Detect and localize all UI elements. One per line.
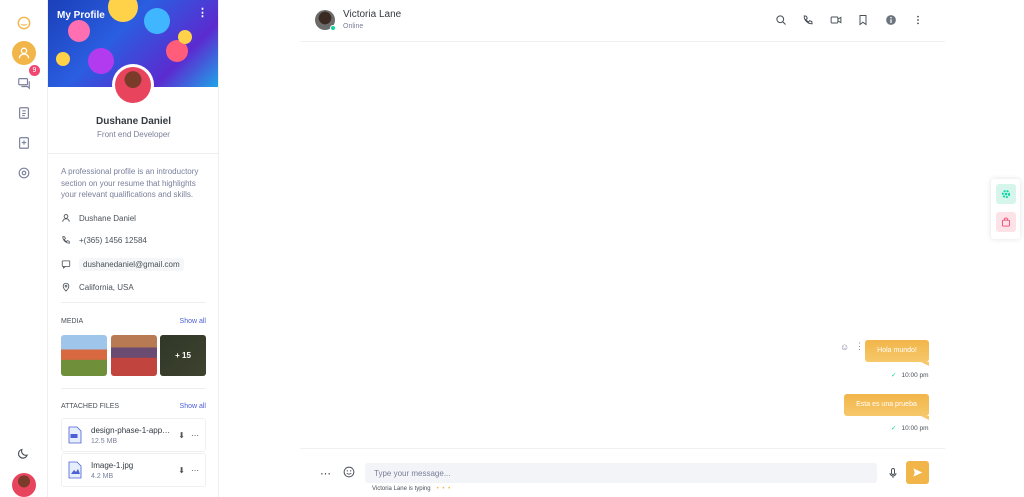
nav-profile[interactable] xyxy=(12,41,36,65)
nav-bookmarks[interactable] xyxy=(12,131,36,155)
user-icon xyxy=(18,47,30,59)
message-time-text: 10:00 pm xyxy=(901,425,929,432)
media-thumb-more[interactable]: + 15 xyxy=(160,335,206,376)
nav-contacts[interactable] xyxy=(12,101,36,125)
check-icon: ✓ xyxy=(891,372,897,379)
media-label: MEDIA xyxy=(61,318,84,325)
chat-app: 9 My Profile ⋮ Dushane Daniel Front end … xyxy=(0,0,1024,497)
typing-indicator: Victoria Lane is typing • • • xyxy=(372,486,451,492)
contact-status: Online xyxy=(343,23,364,30)
media-show-all-link[interactable]: Show all xyxy=(180,318,206,325)
send-button[interactable] xyxy=(906,461,929,484)
bookmark-icon xyxy=(19,137,29,149)
shopping-bag-icon[interactable] xyxy=(996,212,1016,232)
nav-settings[interactable] xyxy=(12,161,36,185)
media-more-count: + 15 xyxy=(160,335,206,376)
unread-badge: 9 xyxy=(29,65,40,76)
emoji-react-icon[interactable]: ☺ xyxy=(840,342,849,352)
send-icon xyxy=(913,468,923,477)
phone-call-icon[interactable] xyxy=(802,13,814,25)
settings-icon xyxy=(18,167,30,179)
detail-name: Dushane Daniel xyxy=(61,210,211,226)
bookmark-icon[interactable] xyxy=(857,13,869,26)
media-thumb[interactable] xyxy=(111,335,157,376)
profile-avatar xyxy=(112,64,154,106)
files-header: ATTACHED FILES Show all xyxy=(61,403,206,410)
message-time: ✓ 10:00 pm xyxy=(891,424,929,432)
video-call-icon[interactable] xyxy=(830,13,842,25)
search-icon[interactable] xyxy=(775,13,787,25)
message-input[interactable] xyxy=(365,463,877,483)
file-name: Image-1.jpg xyxy=(91,460,134,470)
detail-phone-text: +(365) 1456 12584 xyxy=(79,235,147,245)
divider xyxy=(61,388,206,389)
image-file-icon xyxy=(68,461,82,479)
side-nav: 9 xyxy=(0,0,48,497)
download-icon[interactable]: ⬇ xyxy=(178,431,185,440)
phone-icon xyxy=(62,236,70,244)
profile-title: My Profile xyxy=(57,10,105,21)
more-horizontal-icon[interactable]: ⋯ xyxy=(191,431,199,440)
file-size: 4.2 MB xyxy=(91,472,114,480)
message-time-text: 10:00 pm xyxy=(901,372,929,379)
gear-icon[interactable] xyxy=(996,184,1016,204)
chat-bubble-smile-icon[interactable] xyxy=(12,11,36,35)
moon-icon xyxy=(18,448,28,459)
detail-location-text: California, USA xyxy=(79,282,134,292)
file-size: 12.5 MB xyxy=(91,437,118,445)
message-time: ✓ 10:00 pm xyxy=(891,371,929,379)
download-icon[interactable]: ⬇ xyxy=(178,466,185,475)
files-label: ATTACHED FILES xyxy=(61,403,120,410)
online-indicator xyxy=(330,25,336,31)
message-bubble[interactable]: Hola mundo! xyxy=(865,340,929,366)
pdf-file-icon xyxy=(68,426,82,444)
message-bubble[interactable]: Esta es una prueba xyxy=(844,394,929,420)
microphone-icon[interactable] xyxy=(887,466,899,484)
info-icon[interactable] xyxy=(885,13,897,25)
chats-icon xyxy=(18,78,30,90)
typing-dots: • • • xyxy=(436,486,452,492)
message-more-icon[interactable]: ⋮ xyxy=(855,341,864,352)
chat-header: Victoria Lane Online xyxy=(300,0,945,42)
emoji-icon[interactable] xyxy=(343,465,355,483)
user-avatar[interactable] xyxy=(12,473,36,497)
media-thumb[interactable] xyxy=(61,335,107,376)
check-icon: ✓ xyxy=(891,425,897,432)
user-icon xyxy=(62,214,70,222)
file-item[interactable]: design-phase-1-approved.pdf 12.5 MB ⬇ ⋯ xyxy=(61,418,206,452)
message-icon xyxy=(61,260,71,269)
profile-panel: My Profile ⋮ Dushane Daniel Front end De… xyxy=(48,0,219,497)
detail-name-text: Dushane Daniel xyxy=(79,213,136,223)
contact-name[interactable]: Victoria Lane xyxy=(343,9,401,20)
detail-phone: +(365) 1456 12584 xyxy=(61,232,211,248)
detail-location: California, USA xyxy=(61,279,211,295)
profile-role: Front end Developer xyxy=(97,130,170,139)
file-name: design-phase-1-approved.pdf xyxy=(91,425,172,435)
more-vertical-icon[interactable] xyxy=(912,13,924,25)
typing-text: Victoria Lane is typing xyxy=(372,486,431,492)
media-header: MEDIA Show all xyxy=(61,318,206,325)
more-options-icon[interactable]: ⋯ xyxy=(320,467,331,480)
nav-chats[interactable]: 9 xyxy=(12,65,40,95)
location-icon xyxy=(62,282,70,292)
divider xyxy=(61,302,206,303)
more-horizontal-icon[interactable]: ⋯ xyxy=(191,466,199,475)
profile-bio: A professional profile is an introductor… xyxy=(61,167,199,199)
theme-toggle[interactable] xyxy=(12,441,36,465)
profile-menu-icon[interactable]: ⋮ xyxy=(197,8,208,19)
file-item[interactable]: Image-1.jpg 4.2 MB ⬇ ⋯ xyxy=(61,453,206,487)
message-composer: ⋯ Victoria Lane is typing • • • xyxy=(300,448,945,497)
floating-tools xyxy=(991,179,1020,239)
detail-email: dushanedaniel@gmail.com xyxy=(61,256,211,272)
divider xyxy=(48,153,218,154)
detail-email-text[interactable]: dushanedaniel@gmail.com xyxy=(79,257,184,271)
profile-name: Dushane Daniel xyxy=(95,116,172,127)
contacts-icon xyxy=(19,107,29,119)
files-show-all-link[interactable]: Show all xyxy=(180,403,206,410)
